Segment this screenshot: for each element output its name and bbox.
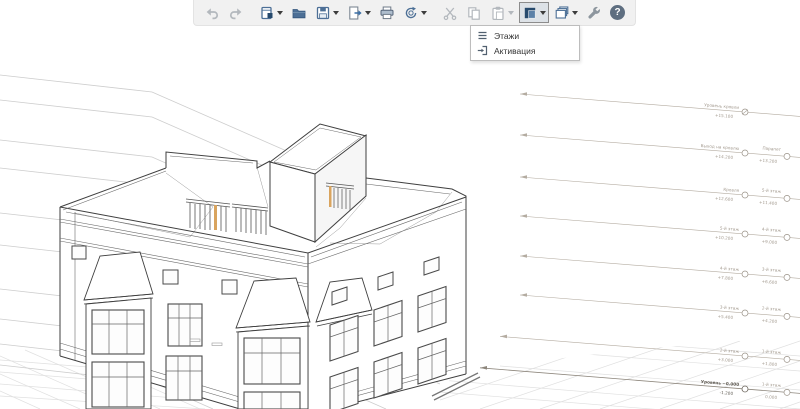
svg-text:-1.200: -1.200 <box>719 390 733 396</box>
svg-text:+7.800: +7.800 <box>717 275 733 281</box>
menu-item-floors[interactable]: Этажи <box>471 28 579 43</box>
svg-text:+4.200: +4.200 <box>761 318 777 324</box>
level-markers: Уровень кровли +15.100 Выход на кровлю +… <box>480 92 800 400</box>
redo-button[interactable] <box>225 2 247 23</box>
level-marker[interactable]: 4-й этаж +7.800 3-й этаж +6.600 <box>520 254 800 285</box>
svg-text:+13.200: +13.200 <box>759 158 778 164</box>
menu-item-label: Активация <box>494 46 536 56</box>
chevron-down-icon[interactable] <box>572 11 578 15</box>
level-marker[interactable]: 3-й этаж +5.400 2-й этаж +4.200 <box>520 293 800 324</box>
level-marker[interactable]: 2-й этаж +3.000 1-й этаж +1.800 <box>500 335 800 367</box>
levels-menu-button[interactable] <box>519 2 549 23</box>
export-icon <box>347 5 363 21</box>
svg-text:+10.200: +10.200 <box>715 235 734 241</box>
svg-text:+15.100: +15.100 <box>715 113 734 119</box>
ground-grid-right <box>440 339 800 409</box>
application-window: Уровень кровли +15.100 Выход на кровлю +… <box>0 0 800 409</box>
svg-text:+5.400: +5.400 <box>717 314 733 320</box>
chevron-down-icon[interactable] <box>421 11 427 15</box>
sync-button[interactable] <box>400 2 430 23</box>
chevron-down-icon[interactable] <box>365 11 371 15</box>
levels-dropdown-menu: Этажи Активация <box>470 25 580 61</box>
svg-text:5-й этаж: 5-й этаж <box>720 225 740 232</box>
svg-text:+12.600: +12.600 <box>715 196 734 202</box>
export-button[interactable] <box>344 2 374 23</box>
cut-scissors-icon <box>442 5 458 21</box>
menu-item-label: Этажи <box>494 31 519 41</box>
paste-button[interactable] <box>487 2 517 23</box>
undo-button[interactable] <box>201 2 223 23</box>
svg-text:2-й этаж: 2-й этаж <box>762 305 782 312</box>
svg-text:5-й этаж: 5-й этаж <box>762 187 782 194</box>
cut-button[interactable] <box>439 2 461 23</box>
redo-icon <box>228 5 244 21</box>
svg-text:0.000: 0.000 <box>765 394 778 400</box>
open-folder-icon <box>291 5 307 21</box>
settings-button[interactable] <box>583 2 605 23</box>
save-icon <box>315 5 331 21</box>
levels-icon <box>522 5 538 21</box>
svg-text:+14.200: +14.200 <box>715 154 734 160</box>
svg-text:+11.400: +11.400 <box>759 200 778 206</box>
building-model[interactable] <box>60 123 480 409</box>
save-button[interactable] <box>312 2 342 23</box>
level-marker-ground[interactable]: Уровень −0.000 -1.200 1-й этаж 0.000 <box>480 366 800 400</box>
svg-text:+9.000: +9.000 <box>761 239 777 245</box>
svg-text:4-й этаж: 4-й этаж <box>762 226 782 233</box>
level-marker[interactable]: Выход на кровлю +14.200 Парапет +13.200 <box>520 133 800 164</box>
vent-orange-slat-2 <box>329 186 332 207</box>
svg-text:+1.800: +1.800 <box>761 361 777 367</box>
svg-text:+3.000: +3.000 <box>717 357 733 363</box>
svg-text:3-й этаж: 3-й этаж <box>720 304 740 311</box>
bay-window-left <box>84 252 153 409</box>
undo-icon <box>204 5 220 21</box>
level-marker[interactable]: Уровень кровли +15.100 <box>520 92 800 119</box>
svg-text:1-й этаж: 1-й этаж <box>762 348 782 355</box>
new-project-button[interactable] <box>256 2 286 23</box>
svg-text:Парапет: Парапет <box>762 146 782 152</box>
copy-button[interactable] <box>463 2 485 23</box>
help-button[interactable]: ? <box>607 2 628 23</box>
drawings-stack-icon <box>554 5 570 21</box>
print-icon <box>379 5 395 21</box>
copy-icon <box>466 5 482 21</box>
menu-item-activation[interactable]: Активация <box>471 43 579 58</box>
help-icon: ? <box>610 5 625 20</box>
drawings-button[interactable] <box>551 2 581 23</box>
main-toolbar: ? <box>193 0 636 26</box>
activation-icon <box>477 45 488 56</box>
chevron-down-icon[interactable] <box>333 11 339 15</box>
level-marker[interactable]: Кровля +12.600 5-й этаж +11.400 <box>520 175 800 206</box>
chevron-down-icon[interactable] <box>508 11 514 15</box>
vent-orange-slat <box>214 205 217 230</box>
svg-text:Кровля: Кровля <box>723 187 740 193</box>
svg-text:2-й этаж: 2-й этаж <box>720 347 740 354</box>
sync-collaboration-icon <box>403 5 419 21</box>
paste-icon <box>490 5 506 21</box>
print-button[interactable] <box>376 2 398 23</box>
chevron-down-icon[interactable] <box>277 11 283 15</box>
floors-list-icon <box>477 30 488 41</box>
chevron-down-icon[interactable] <box>540 11 546 15</box>
new-project-icon <box>259 5 275 21</box>
level-marker[interactable]: 5-й этаж +10.200 4-й этаж +9.000 <box>520 214 800 245</box>
wrench-icon <box>586 5 602 21</box>
svg-text:4-й этаж: 4-й этаж <box>720 265 740 272</box>
svg-text:+6.600: +6.600 <box>761 279 777 285</box>
svg-text:3-й этаж: 3-й этаж <box>762 266 782 273</box>
viewport-3d[interactable]: Уровень кровли +15.100 Выход на кровлю +… <box>0 0 800 409</box>
open-button[interactable] <box>288 2 310 23</box>
